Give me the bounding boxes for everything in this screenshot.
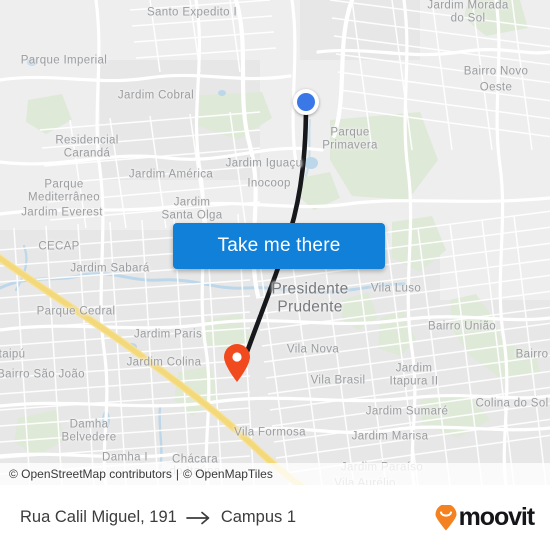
route-origin-label: Rua Calil Miguel, 191: [20, 508, 177, 526]
map-canvas[interactable]: Santo Expedito I Jardim Morada do Sol Parqu…: [0, 0, 550, 485]
map-attribution: © OpenStreetMap contributors | © OpenMap…: [0, 463, 550, 485]
route-summary: Rua Calil Miguel, 191 Campus 1: [20, 508, 296, 527]
attribution-osm[interactable]: © OpenStreetMap contributors: [9, 467, 172, 481]
moovit-logo[interactable]: moovit: [434, 503, 535, 532]
moovit-pin-icon: [435, 504, 457, 530]
route-destination-label: Campus 1: [220, 508, 297, 526]
attribution-separator: |: [175, 467, 180, 481]
destination-pin-icon: [224, 344, 250, 382]
arrow-right-glyph: [185, 511, 210, 524]
origin-location-dot[interactable]: [293, 89, 319, 115]
attribution-openmaptiles[interactable]: © OpenMapTiles: [183, 467, 273, 481]
take-me-there-button[interactable]: Take me there: [173, 223, 385, 269]
destination-pin[interactable]: [222, 343, 252, 383]
arrow-right-icon: [185, 511, 212, 525]
footer-bar: Rua Calil Miguel, 191 Campus 1 moovit: [0, 485, 550, 550]
moovit-route-screenshot: Santo Expedito I Jardim Morada do Sol Parqu…: [0, 0, 550, 550]
moovit-wordmark: moovit: [458, 503, 535, 531]
